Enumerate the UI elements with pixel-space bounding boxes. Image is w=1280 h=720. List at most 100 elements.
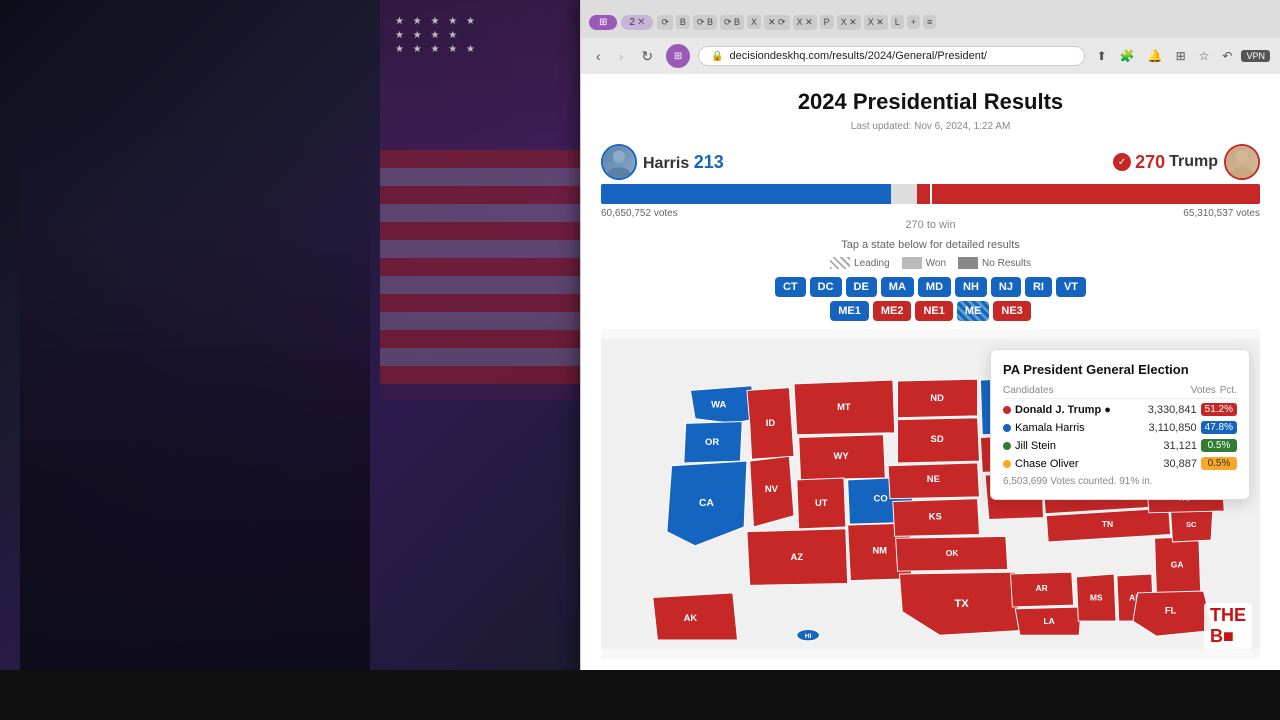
state-btn-ne1[interactable]: NE1 [915,301,952,321]
tab-icon-13[interactable]: ≡ [923,15,936,29]
svg-text:MS: MS [1090,592,1103,602]
state-btn-me2[interactable]: ME2 [873,301,912,321]
svg-text:CA: CA [699,498,714,509]
browser-actions: ⬆ 🧩 🔔 ⊞ ☆ ↶ VPN [1093,47,1270,65]
svg-text:AZ: AZ [791,551,804,562]
legend: Leading Won No Results [601,257,1260,269]
harris-info: Harris 213 [643,152,724,173]
trump-avatar-img [1226,146,1258,178]
progress-center [930,184,932,204]
svg-text:WA: WA [711,398,726,409]
trump-votes: 65,310,537 votes [1183,208,1260,219]
stein-candidate: Jill Stein [1003,440,1159,452]
state-popup: PA President General Election Candidates… [990,349,1250,500]
video-panel: ★ ★ ★ ★ ★★ ★ ★ ★★ ★ ★ ★ ★ [0,0,580,720]
tab-icon-6[interactable]: ✕ ⟳ [764,15,790,30]
ev-progress-bar [601,184,1260,204]
person-silhouette [20,100,370,720]
svg-text:NV: NV [765,483,779,494]
trump-candidate-name: Donald J. Trump ● [1015,404,1111,416]
state-btn-vt[interactable]: VT [1056,277,1086,297]
tab-icon-3[interactable]: ⟳ B [693,15,717,30]
state-btn-de[interactable]: DE [846,277,877,297]
trump-popup-pct: 51.2% [1201,403,1237,416]
popup-col-pct: Pct. [1220,385,1237,396]
watermark: THEB■ [1204,603,1252,649]
state-btn-nj[interactable]: NJ [991,277,1021,297]
state-btn-ct[interactable]: CT [775,277,806,297]
browser-chrome: ⊞ 2 ✕ ⟳ B ⟳ B ⟳ B X ✕ ⟳ X ✕ P X ✕ X ✕ L … [581,0,1280,74]
state-btn-me1[interactable]: ME1 [830,301,869,321]
svg-text:ND: ND [930,392,944,403]
harris-section: Harris 213 [601,144,724,180]
legend-leading-text: Leading [854,258,890,269]
tabs-button[interactable]: ⊞ [1172,47,1190,65]
back-button[interactable]: ‹ [591,46,606,66]
svg-text:SD: SD [931,433,944,444]
legend-leading-icon [830,257,850,269]
harris-avatar-img [603,146,635,178]
bookmark-button[interactable]: ☆ [1195,47,1214,65]
state-btn-ne3[interactable]: NE3 [993,301,1030,321]
address-bar: ‹ › ↻ ⊞ 🔒 decisiondeskhq.com/results/202… [581,38,1280,74]
reload-button[interactable]: ↻ [636,46,658,67]
trump-ev: 270 [1135,152,1165,173]
harris-popup-votes: 3,110,850 [1149,422,1197,434]
tab-icon-7[interactable]: X ✕ [793,15,817,30]
svg-text:MT: MT [837,401,851,412]
share-button[interactable]: ⬆ [1093,47,1111,65]
oliver-popup-pct: 0.5% [1201,457,1237,470]
legend-won: Won [902,257,946,269]
harris-votes: 60,650,752 votes [601,208,678,219]
stein-popup-pct: 0.5% [1201,439,1237,452]
browser-window: ⊞ 2 ✕ ⟳ B ⟳ B ⟳ B X ✕ ⟳ X ✕ P X ✕ X ✕ L … [580,0,1280,690]
trump-popup-votes: 3,330,841 [1148,404,1197,416]
state-buttons: CT DC DE MA MD NH NJ RI VT ME1 ME2 NE1 M… [601,277,1260,321]
tab-icon-12[interactable]: + [907,15,920,29]
browser-logo: ⊞ [666,44,690,68]
tab-icon-4[interactable]: ⟳ B [720,15,744,30]
svg-text:NM: NM [872,544,887,555]
svg-text:CO: CO [874,493,888,504]
state-btn-row-1: CT DC DE MA MD NH NJ RI VT [775,277,1086,297]
harris-name: Harris [643,155,689,172]
harris-avatar [601,144,637,180]
tab-icon-9[interactable]: X ✕ [837,15,861,30]
popup-col-candidates: Candidates [1003,385,1187,396]
popup-footer: 6,503,699 Votes counted. 91% in. [1003,476,1237,487]
tab-icon-8[interactable]: P [820,15,834,29]
candidates-header: Harris 213 ✓ 270 Trump [601,144,1260,180]
url-bar[interactable]: 🔒 decisiondeskhq.com/results/2024/Genera… [698,46,1085,66]
svg-text:FL: FL [1165,605,1177,616]
popup-title: PA President General Election [1003,362,1237,377]
tab-icon-2[interactable]: B [676,15,690,29]
state-btn-dc[interactable]: DC [810,277,842,297]
state-btn-me[interactable]: ME [957,301,990,321]
notification-button[interactable]: 🔔 [1144,47,1167,65]
state-btn-ri[interactable]: RI [1025,277,1052,297]
legend-no-results-icon [958,257,978,269]
history-button[interactable]: ↶ [1218,47,1236,65]
tab-icon-5[interactable]: X [747,15,761,29]
us-map-container[interactable]: WA OR ID MT WY CA NV [601,329,1260,659]
page-content: 2024 Presidential Results Last updated: … [581,74,1280,690]
tap-instruction: Tap a state below for detailed results [601,239,1260,251]
state-btn-md[interactable]: MD [918,277,951,297]
state-btn-nh[interactable]: NH [955,277,987,297]
state-btn-ma[interactable]: MA [881,277,914,297]
harris-popup-pct: 47.8% [1201,421,1237,434]
trump-section: ✓ 270 Trump [1113,144,1260,180]
tab-icon-11[interactable]: L [891,15,904,29]
forward-button[interactable]: › [614,46,629,66]
tab-icon-1[interactable]: ⟳ [657,15,673,30]
legend-leading: Leading [830,257,890,269]
popup-row-stein: Jill Stein 31,121 0.5% [1003,439,1237,452]
extensions-button[interactable]: 🧩 [1116,47,1139,65]
page-title: 2024 Presidential Results [601,89,1260,115]
svg-text:WY: WY [833,450,849,461]
oliver-candidate-name: Chase Oliver [1015,458,1079,470]
tab-icon-10[interactable]: X ✕ [864,15,888,30]
svg-text:UT: UT [815,497,828,508]
svg-text:AR: AR [1035,583,1047,593]
lock-icon: 🔒 [711,51,723,62]
